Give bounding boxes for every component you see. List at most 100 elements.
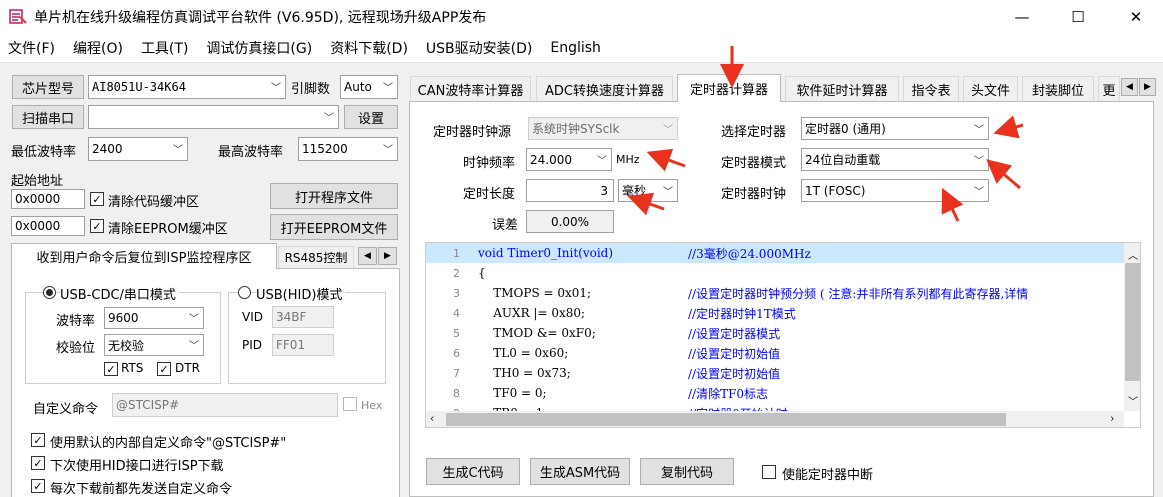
tab-timer-calculator[interactable]: 定时器计算器 (677, 74, 781, 102)
code-line[interactable]: 1 void Timer0_Init(void) //3毫秒@24.000MHz (426, 243, 1140, 263)
code-comment: //设置定时初始值 (688, 346, 781, 361)
baud-select[interactable]: 9600 ﹀ (104, 307, 204, 329)
chip-model-select[interactable]: AI8051U-34K64 ﹀ (88, 75, 286, 99)
enable-timer-interrupt-checkbox[interactable] (762, 465, 776, 479)
vertical-scrollbar[interactable]: ︿ ﹀ (1124, 243, 1140, 411)
baud-value: 9600 (108, 311, 139, 325)
chevron-down-icon: ﹀ (597, 155, 607, 167)
pins-select[interactable]: Auto ﹀ (340, 75, 398, 99)
menu-program[interactable]: 编程(O) (73, 38, 123, 58)
tab-instruction-table[interactable]: 指令表 (903, 76, 959, 101)
chevron-down-icon: ﹀ (271, 82, 281, 94)
vertical-scroll-thumb[interactable] (1125, 263, 1140, 381)
start-address-label: 起始地址 (11, 174, 64, 189)
close-button[interactable]: ✕ (1113, 0, 1159, 33)
clock-frequency-select[interactable]: 24.000 ﹀ (526, 148, 612, 171)
minimize-button[interactable]: — (999, 0, 1045, 33)
maximize-button[interactable]: ☐ (1055, 0, 1101, 33)
dtr-checkbox[interactable]: ✓ (157, 362, 171, 376)
code-line[interactable]: 4 AUXR |= 0x80; //定时器时钟1T模式 (426, 303, 1140, 323)
chevron-down-icon: ﹀ (974, 186, 984, 198)
code-line[interactable]: 6 TL0 = 0x60; //设置定时初始值 (426, 343, 1140, 363)
scroll-down-icon[interactable]: ﹀ (1128, 393, 1138, 408)
tab-adc-speed[interactable]: ADC转换速度计算器 (536, 76, 673, 101)
menu-downloads[interactable]: 资料下载(D) (330, 38, 408, 58)
select-timer-select[interactable]: 定时器0 (通用) ﹀ (801, 117, 989, 140)
tab-header-file[interactable]: 头文件 (963, 76, 1018, 101)
horizontal-scroll-thumb[interactable] (446, 413, 1006, 426)
next-hid-download-checkbox[interactable]: ✓ (31, 456, 45, 470)
send-command-before-download-checkbox[interactable]: ✓ (31, 479, 45, 493)
clear-eeprom-checkbox[interactable]: ✓ (90, 219, 104, 233)
timer-length-label: 定时长度 (463, 187, 516, 202)
use-default-command-checkbox[interactable]: ✓ (31, 433, 45, 447)
timer-mode-select[interactable]: 24位自动重载 ﹀ (801, 148, 989, 171)
timer-clock-select[interactable]: 1T (FOSC) ﹀ (801, 179, 989, 202)
min-baud-select[interactable]: 2400 ﹀ (88, 137, 188, 161)
line-number: 6 (453, 346, 460, 360)
tab-scroll-left-icon[interactable]: ◀ (358, 247, 377, 265)
rts-checkbox[interactable]: ✓ (104, 362, 118, 376)
scan-port-button[interactable]: 扫描串口 (12, 105, 84, 129)
code-line[interactable]: 5 TMOD &= 0xF0; //设置定时器模式 (426, 323, 1140, 343)
usb-cdc-radio[interactable] (43, 286, 56, 299)
select-timer-value: 定时器0 (通用) (805, 122, 886, 136)
eeprom-start-address-input[interactable]: 0x0000 (11, 216, 85, 236)
code-line[interactable]: 7 TH0 = 0x73; //设置定时初始值 (426, 363, 1140, 383)
scroll-right-icon[interactable]: › (1110, 412, 1114, 425)
select-timer-label: 选择定时器 (721, 125, 787, 140)
horizontal-scrollbar[interactable]: ‹ › (426, 411, 1124, 427)
tab-reset-isp[interactable]: 收到用户命令后复位到ISP监控程序区 (11, 243, 277, 269)
tabs-scroll-right-icon[interactable]: ▶ (1139, 78, 1156, 96)
generate-c-code-button[interactable]: 生成C代码 (426, 458, 520, 485)
tab-can-baud[interactable]: CAN波特率计算器 (410, 76, 531, 101)
tabs-scroll-left-icon[interactable]: ◀ (1121, 78, 1138, 96)
menu-debug-interface[interactable]: 调试仿真接口(G) (206, 38, 312, 58)
scroll-left-icon[interactable]: ‹ (430, 412, 434, 425)
vid-input[interactable]: 34BF (272, 306, 334, 328)
max-baud-select[interactable]: 115200 ﹀ (298, 137, 398, 161)
timer-length-input[interactable]: 3 (526, 179, 614, 202)
custom-command-input[interactable]: @STCISP# (112, 393, 338, 417)
menu-file[interactable]: 文件(F) (8, 38, 55, 58)
chevron-down-icon: ﹀ (663, 186, 673, 198)
tab-package-pins[interactable]: 封装脚位 (1022, 76, 1094, 101)
clock-source-label: 定时器时钟源 (433, 125, 512, 140)
code-editor[interactable]: 1 void Timer0_Init(void)//3毫秒@24.000MHz 2{… (425, 242, 1141, 428)
code-line[interactable]: 3 TMOPS = 0x01; //设置定时器时钟预分频 ( 注意:并非所有系列都… (426, 283, 1140, 303)
menu-english[interactable]: English (550, 40, 601, 56)
tab-software-delay[interactable]: 软件延时计算器 (785, 76, 899, 101)
settings-button[interactable]: 设置 (344, 105, 398, 129)
clear-eeprom-label: 清除EEPROM缓冲区 (108, 222, 228, 237)
usb-cdc-label: USB-CDC/串口模式 (60, 284, 179, 303)
chevron-down-icon: ﹀ (974, 155, 984, 167)
copy-code-button[interactable]: 复制代码 (640, 458, 734, 485)
tab-more[interactable]: 更 (1098, 76, 1120, 101)
chip-model-button[interactable]: 芯片型号 (12, 75, 84, 99)
clear-code-checkbox[interactable]: ✓ (90, 192, 104, 206)
generate-asm-code-button[interactable]: 生成ASM代码 (530, 458, 630, 485)
hex-checkbox[interactable] (343, 397, 357, 411)
open-program-file-button[interactable]: 打开程序文件 (270, 183, 398, 209)
menu-usb-driver[interactable]: USB驱动安装(D) (426, 38, 532, 58)
parity-select[interactable]: 无校验 ﹀ (104, 334, 204, 356)
timer-mode-label: 定时器模式 (721, 156, 787, 171)
scroll-up-icon[interactable]: ︿ (1128, 247, 1138, 262)
clock-source-select[interactable]: 系统时钟SYSclk ﹀ (528, 117, 678, 140)
error-label: 误差 (492, 218, 519, 233)
port-select[interactable]: ﹀ (88, 105, 339, 129)
tab-scroll-right-icon[interactable]: ▶ (378, 247, 397, 265)
dtr-label: DTR (175, 361, 200, 375)
code-start-address-input[interactable]: 0x0000 (11, 189, 85, 209)
timer-length-unit-select[interactable]: 毫秒 ﹀ (618, 179, 678, 202)
pid-input[interactable]: FF01 (272, 334, 334, 356)
menu-tools[interactable]: 工具(T) (141, 38, 188, 58)
code-line[interactable]: 2{ (426, 263, 1140, 283)
code-comment: //定时器时钟1T模式 (688, 306, 796, 321)
tab-rs485[interactable]: RS485控制 (278, 246, 354, 268)
open-eeprom-file-button[interactable]: 打开EEPROM文件 (270, 214, 398, 240)
code-line[interactable]: 8 TF0 = 0; //清除TF0标志 (426, 383, 1140, 403)
line-number: 1 (453, 246, 460, 260)
parity-value: 无校验 (108, 338, 145, 353)
usb-hid-radio[interactable] (238, 286, 251, 299)
